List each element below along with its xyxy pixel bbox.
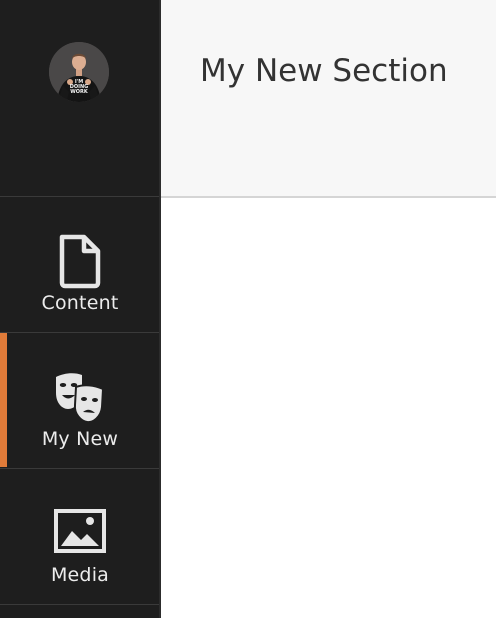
sidebar-item-label: Media bbox=[50, 564, 110, 586]
sidebar-item-label: My New bbox=[41, 428, 119, 450]
main-content-area bbox=[161, 198, 496, 618]
avatar-area: I'M DOING WORK bbox=[0, 0, 160, 196]
avatar-image: I'M DOING WORK bbox=[49, 42, 109, 102]
sidebar-item-content[interactable]: Content bbox=[0, 196, 160, 331]
sidebar-item-next bbox=[0, 604, 160, 618]
image-icon bbox=[54, 509, 106, 553]
section-header: My New Section bbox=[161, 0, 496, 198]
document-icon bbox=[59, 234, 101, 289]
sidebar-item-media[interactable]: Media bbox=[0, 468, 160, 603]
sidebar-item-my-new[interactable]: My New bbox=[0, 332, 160, 467]
svg-text:WORK: WORK bbox=[70, 89, 89, 95]
sidebar: I'M DOING WORK Content My New Media bbox=[0, 0, 160, 618]
user-avatar[interactable]: I'M DOING WORK bbox=[49, 42, 109, 102]
page-title: My New Section bbox=[200, 53, 448, 89]
theater-masks-icon bbox=[56, 373, 105, 424]
sidebar-item-label: Content bbox=[41, 292, 119, 314]
